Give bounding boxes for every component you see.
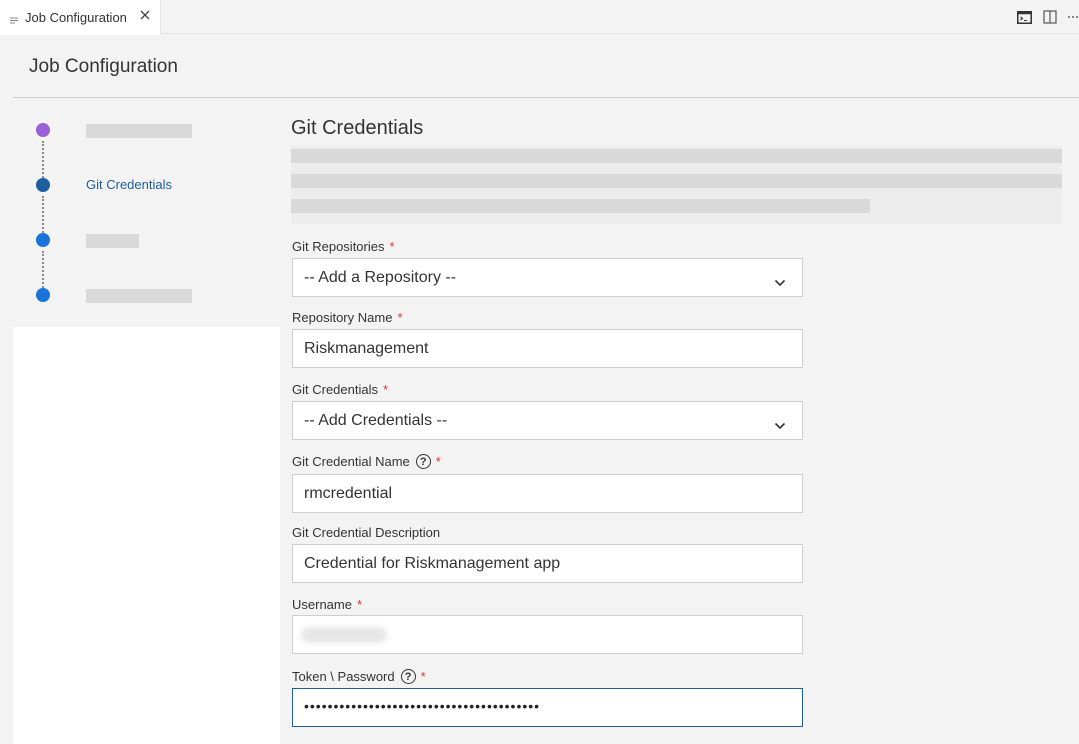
repository-name-label: Repository Name * [292, 310, 403, 325]
input-value: Riskmanagement [304, 339, 429, 357]
required-marker: * [435, 454, 441, 469]
git-credentials-label: Git Credentials * [292, 382, 388, 397]
split-editor-icon[interactable] [1041, 8, 1059, 26]
step-label-redacted [86, 124, 192, 138]
required-marker: * [389, 239, 395, 254]
help-icon[interactable]: ? [400, 669, 416, 684]
username-label: Username * [292, 597, 362, 612]
tab-job-configuration[interactable]: Job Configuration [0, 0, 161, 35]
repository-name-input[interactable]: Riskmanagement [292, 329, 803, 368]
username-value-redacted [301, 626, 387, 643]
step-indicator [36, 233, 50, 247]
document-icon [9, 13, 19, 23]
wizard-stepper: Git Credentials [13, 99, 280, 327]
description-line [291, 149, 1062, 163]
git-credential-name-label: Git Credential Name ? * [292, 454, 441, 469]
required-marker: * [420, 669, 426, 684]
git-credentials-select[interactable]: -- Add Credentials -- [292, 401, 803, 440]
chevron-down-icon [774, 274, 786, 286]
git-repositories-label: Git Repositories * [292, 239, 395, 254]
help-icon[interactable]: ? [415, 454, 431, 469]
page-header: Job Configuration [13, 35, 1079, 98]
label-text: Git Credential Description [292, 525, 441, 540]
label-text: Username [292, 597, 352, 612]
step-label-redacted [86, 234, 139, 248]
git-credential-description-input[interactable]: Credential for Riskmanagement app [292, 544, 803, 583]
editor-actions [1015, 0, 1079, 34]
token-password-label: Token \ Password ? * [292, 669, 426, 684]
label-text: Git Credentials [292, 382, 378, 397]
select-value: -- Add Credentials -- [304, 411, 448, 429]
username-input[interactable] [292, 615, 803, 654]
token-password-input[interactable]: •••••••••••••••••••••••••••••••••••••••• [292, 688, 803, 727]
label-text: Token \ Password [292, 669, 395, 684]
page-title: Job Configuration [29, 56, 178, 77]
label-text: Git Credential Name [292, 454, 410, 469]
git-credential-description-label: Git Credential Description [292, 525, 440, 540]
section-title: Git Credentials [291, 117, 424, 139]
input-value: rmcredential [304, 484, 393, 502]
git-repositories-select[interactable]: -- Add a Repository -- [292, 258, 803, 297]
password-mask: •••••••••••••••••••••••••••••••••••••••• [304, 697, 541, 714]
description-line [291, 174, 1062, 188]
input-value: Credential for Riskmanagement app [304, 554, 561, 572]
required-marker: * [356, 597, 363, 612]
step-label-redacted [86, 289, 192, 303]
step-indicator [36, 123, 50, 137]
editor-tab-bar: Job Configuration [0, 0, 1079, 35]
label-text: Repository Name [292, 310, 393, 325]
tab-label: Job Configuration [25, 10, 127, 25]
terminal-icon[interactable] [1015, 8, 1033, 26]
chevron-down-icon [774, 417, 786, 429]
git-credential-name-input[interactable]: rmcredential [292, 474, 803, 513]
section-description-redacted [291, 146, 1062, 224]
step-label: Git Credentials [86, 177, 172, 192]
close-icon[interactable] [138, 9, 152, 25]
select-value: -- Add a Repository -- [304, 268, 457, 286]
label-text: Git Repositories [292, 239, 385, 254]
step-indicator [36, 288, 50, 302]
description-line [291, 199, 870, 213]
more-icon[interactable] [1067, 8, 1079, 26]
required-marker: * [397, 310, 403, 325]
step-indicator [36, 178, 50, 192]
sidebar-empty-panel [13, 327, 280, 744]
required-marker: * [382, 382, 389, 397]
